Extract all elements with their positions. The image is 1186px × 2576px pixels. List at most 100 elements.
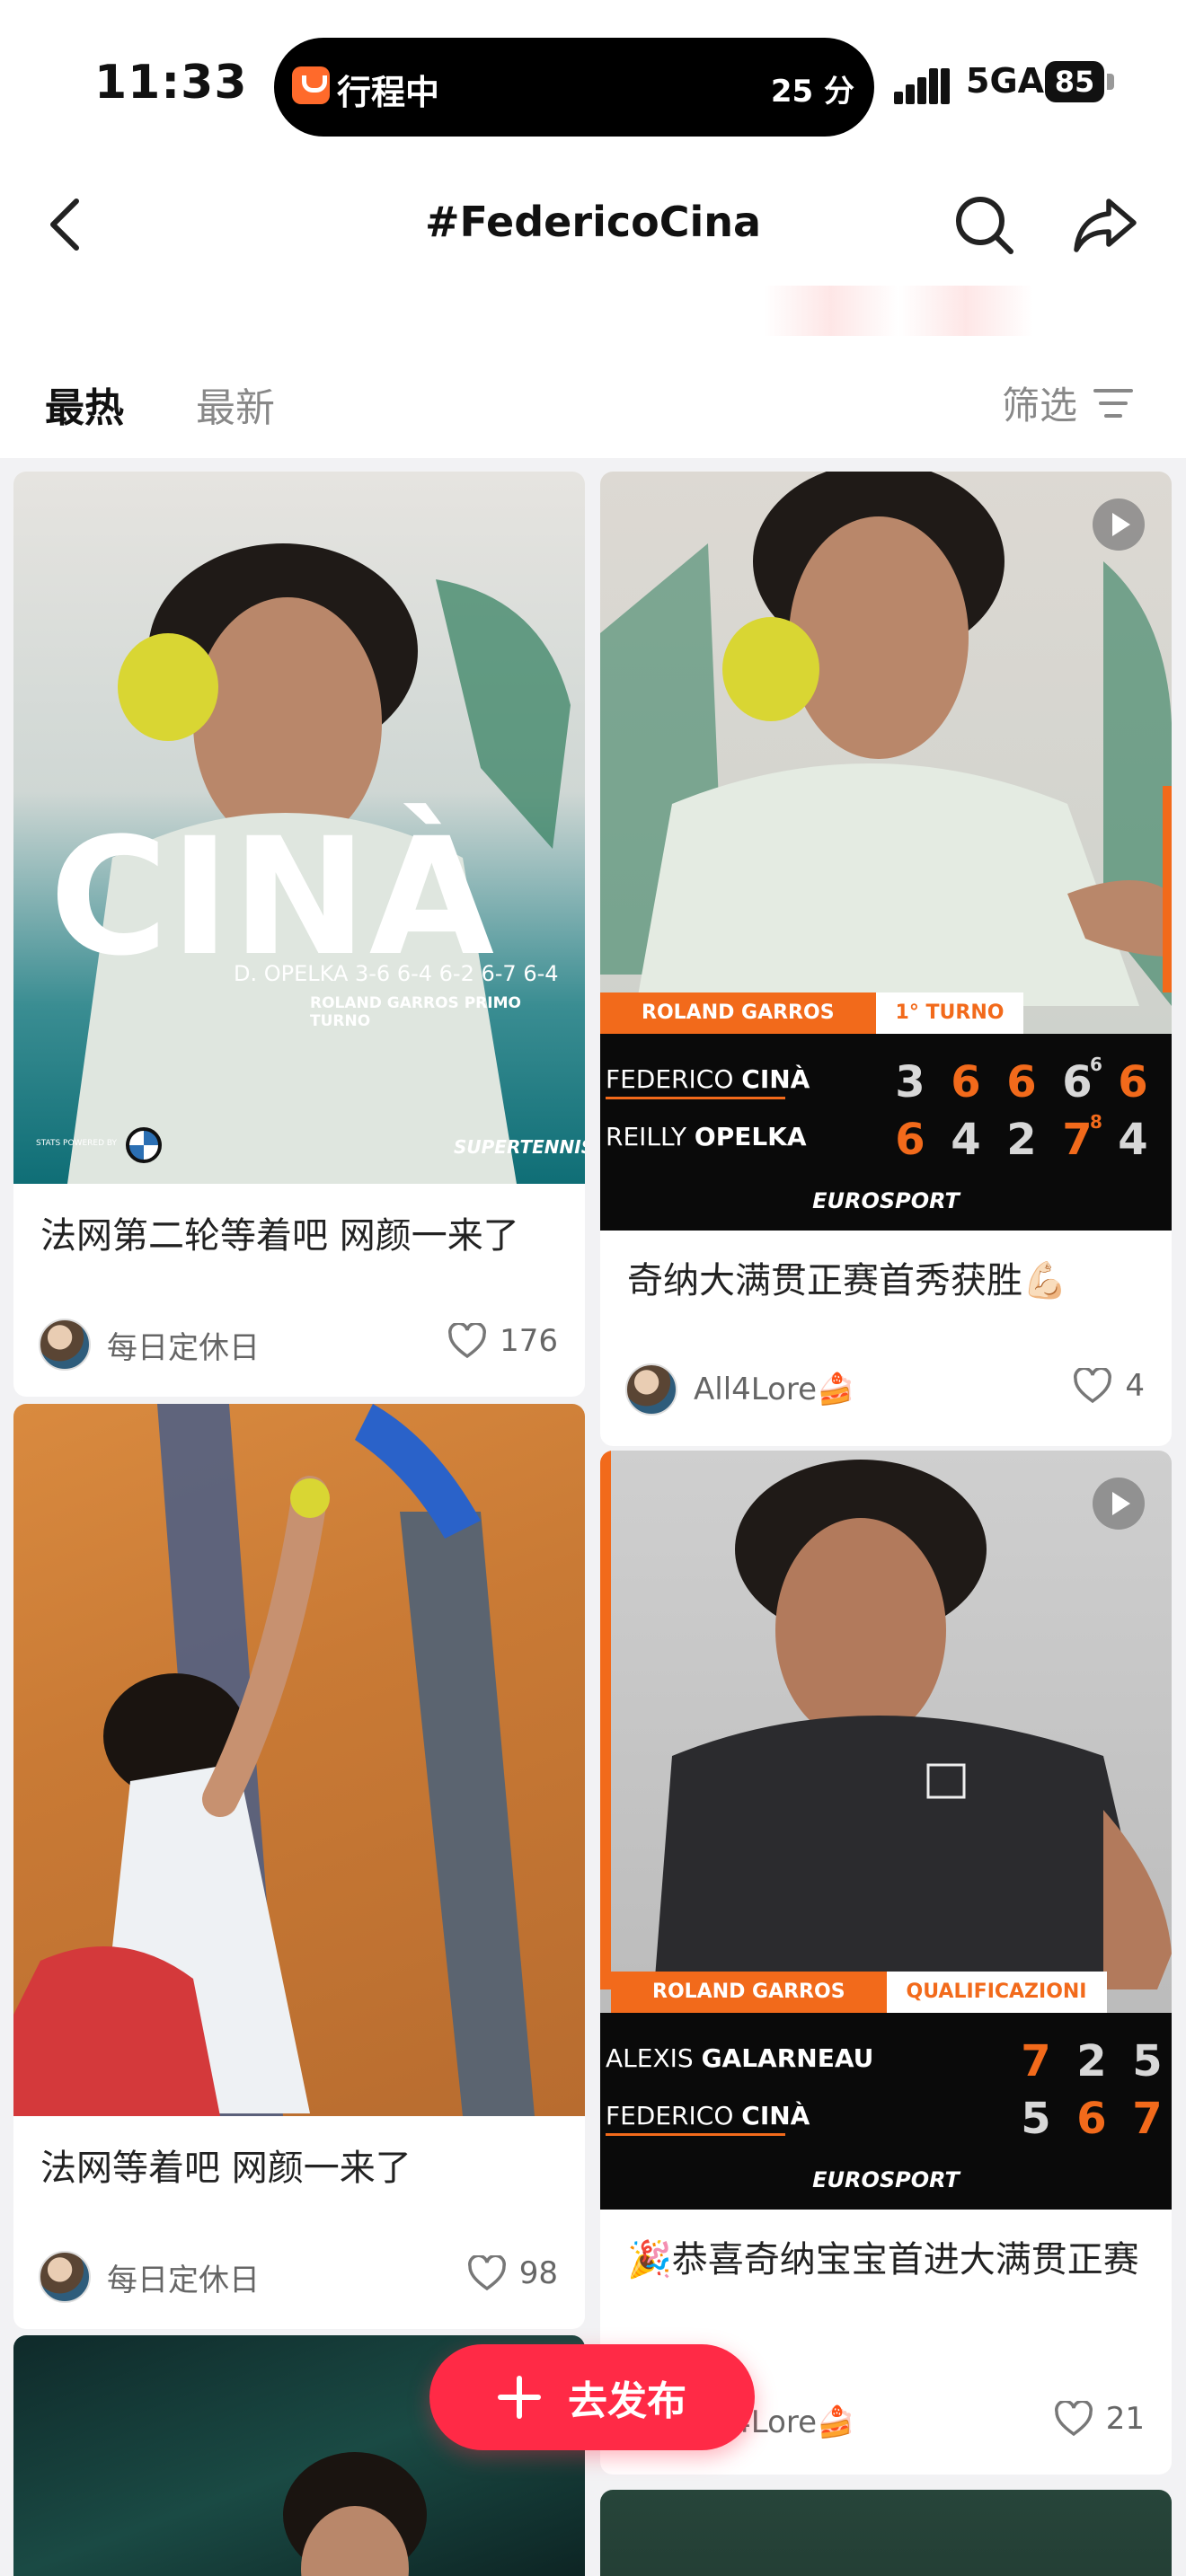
tab-latest[interactable]: 最新 (196, 375, 275, 433)
author-name: 每日定休日 (107, 2262, 260, 2298)
post-author[interactable]: 每日定休日 (39, 2251, 260, 2303)
banner-blur (764, 286, 1033, 336)
broadcaster-logo: EUROSPORT (812, 1188, 960, 1213)
island-status-label: 行程中 (337, 73, 440, 112)
scoreboard-row: FEDERICO CINÀ 5 6 7 (600, 2090, 1172, 2146)
set-score: 5 (1132, 2036, 1163, 2086)
round-tag: 1° TURNO (875, 992, 1024, 1034)
share-icon (1074, 198, 1137, 252)
set-score: 3 (895, 1057, 925, 1107)
post-card[interactable]: ROLAND GARROS 1° TURNO FEDERICO CINÀ 3 6… (600, 472, 1172, 1446)
set-score: 6 (1006, 1057, 1037, 1107)
set-score: 2 (1006, 1115, 1037, 1165)
dynamic-island[interactable]: 行程中 25 分 (274, 38, 874, 137)
island-eta: 25 分 (770, 74, 854, 110)
scoreboard-row: FEDERICO CINÀ 3 6 6 6 6 6 (600, 1054, 1172, 1109)
like-button[interactable]: 21 (1054, 2401, 1145, 2437)
video-play-icon (1093, 1478, 1145, 1530)
post-card[interactable] (600, 2490, 1172, 2576)
post-card[interactable]: 法网等着吧 网颜一来了 每日定休日 98 (13, 1404, 585, 2329)
post-title: 奇纳大满贯正赛首秀获胜💪🏻 (627, 1260, 1067, 1301)
filter-button[interactable]: 筛选 (1002, 375, 1134, 430)
post-cover-image: ROLAND GARROS QUALIFICAZIONI ALEXIS GALA… (600, 1451, 1172, 2210)
publish-button[interactable]: 去发布 (429, 2344, 755, 2450)
post-title: 法网等着吧 网颜一来了 (40, 2148, 412, 2189)
like-button[interactable]: 98 (467, 2255, 558, 2291)
post-author[interactable]: 每日定休日 (39, 1319, 260, 1371)
heart-icon (448, 1323, 487, 1359)
author-name: All4Lore🍰 (694, 1372, 855, 1407)
publish-label: 去发布 (568, 2378, 686, 2424)
sort-tabs: 最热 最新 筛选 (0, 341, 1186, 458)
heart-icon (1074, 1368, 1112, 1404)
avatar (39, 2251, 91, 2303)
set-score: 6 (951, 1057, 981, 1107)
post-cover-image (13, 1404, 585, 2116)
player-name: ALEXIS GALARNEAU (606, 2043, 874, 2073)
score-tags: ROLAND GARROS 1° TURNO (600, 992, 1024, 1034)
status-time: 11:33 (94, 56, 248, 110)
post-cover-image: CINÀ D. OPELKA 3-6 6-4 6-2 6-7 6-4 ROLAN… (13, 472, 585, 1184)
set-score: 6 (1118, 1057, 1148, 1107)
post-feed: CINÀ D. OPELKA 3-6 6-4 6-2 6-7 6-4 ROLAN… (0, 458, 1186, 2576)
post-card[interactable]: CINÀ D. OPELKA 3-6 6-4 6-2 6-7 6-4 ROLAN… (13, 472, 585, 1397)
like-button[interactable]: 4 (1073, 1368, 1145, 1404)
filter-icon (1093, 388, 1134, 418)
event-tag: ROLAND GARROS (600, 992, 876, 1034)
set-score: 7 (1021, 2036, 1051, 2086)
cover-result: D. OPELKA 3-6 6-4 6-2 6-7 6-4 (234, 961, 559, 986)
post-author[interactable]: All4Lore🍰 (625, 1363, 854, 1416)
network-type: 5GA (966, 61, 1045, 101)
set-score: 7 (1132, 2094, 1163, 2144)
cover-credit: STATS POWERED BY (36, 1139, 118, 1148)
event-tag: ROLAND GARROS (611, 1972, 887, 2013)
battery-icon: 85 (1045, 61, 1104, 102)
plus-icon (498, 2376, 541, 2419)
back-button[interactable] (31, 189, 103, 260)
broadcaster-logo: EUROSPORT (812, 2167, 960, 2192)
tiebreak-score: 6 (1090, 1054, 1102, 1075)
scoreboard-row: REILLY OPELKA 6 4 2 7 8 4 (600, 1111, 1172, 1167)
signal-icon (894, 68, 950, 104)
search-icon (956, 197, 1013, 254)
like-count: 176 (500, 1323, 558, 1359)
player-photo (600, 472, 1172, 1006)
scoreboard: ALEXIS GALARNEAU 7 2 5 FEDERICO CINÀ 5 6… (600, 2013, 1172, 2210)
tiebreak-score: 8 (1090, 1111, 1102, 1133)
set-score: 6 (895, 1115, 925, 1165)
cover-round: ROLAND GARROS PRIMO TURNO (310, 994, 521, 1030)
orange-accent-bar (1163, 786, 1172, 992)
player-photo (600, 1451, 1172, 1989)
battery-cap (1107, 74, 1114, 90)
tab-hot[interactable]: 最热 (45, 375, 124, 433)
post-title: 🎉恭喜奇纳宝宝首进大满贯正赛 (627, 2239, 1139, 2280)
player-name: REILLY OPELKA (606, 1122, 807, 1151)
like-count: 4 (1125, 1368, 1145, 1404)
set-score: 4 (951, 1115, 981, 1165)
set-score: 4 (1118, 1115, 1148, 1165)
player-name: FEDERICO CINÀ (606, 2101, 810, 2136)
avatar (39, 1319, 91, 1371)
share-button[interactable] (1069, 189, 1141, 260)
like-count: 21 (1105, 2401, 1145, 2437)
search-button[interactable] (948, 189, 1020, 260)
like-button[interactable]: 176 (447, 1323, 558, 1359)
video-play-icon (1093, 498, 1145, 551)
ride-app-icon (292, 66, 330, 104)
blurred-banner (0, 278, 1186, 341)
scoreboard-row: ALEXIS GALARNEAU 7 2 5 (600, 2033, 1172, 2088)
set-score: 5 (1021, 2094, 1051, 2144)
filter-label: 筛选 (1002, 384, 1078, 428)
author-name: 每日定休日 (107, 1329, 260, 1366)
top-nav-bar: #FedericoCina (0, 171, 1186, 278)
heart-icon (467, 2255, 506, 2291)
back-icon (50, 198, 79, 251)
round-tag: QUALIFICAZIONI (886, 1972, 1107, 2013)
post-cover-image: ROLAND GARROS 1° TURNO FEDERICO CINÀ 3 6… (600, 472, 1172, 1231)
cover-brand: SUPERTENNIS (454, 1136, 585, 1158)
heart-icon (1054, 2401, 1093, 2437)
post-title: 法网第二轮等着吧 网颜一来了 (40, 1215, 519, 1257)
set-score: 6 (1076, 2094, 1107, 2144)
post-card[interactable]: ROLAND GARROS QUALIFICAZIONI ALEXIS GALA… (600, 1451, 1172, 2475)
score-tags: ROLAND GARROS QUALIFICAZIONI (611, 1972, 1107, 2013)
